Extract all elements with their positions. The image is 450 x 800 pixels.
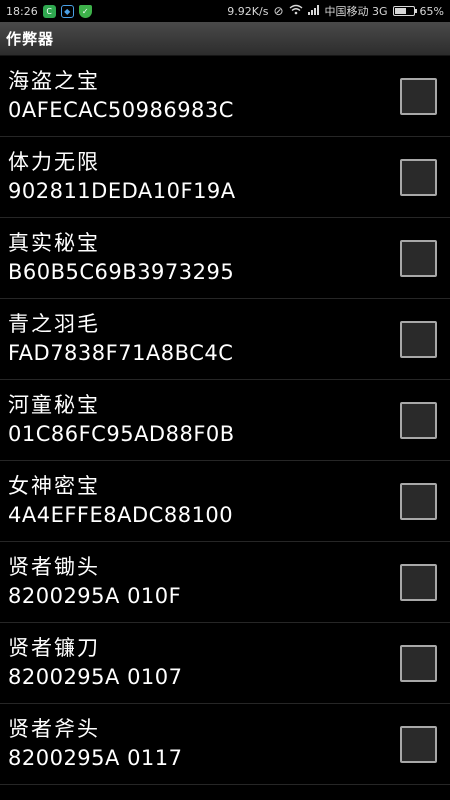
list-item[interactable]: 真实秘宝 B60B5C69B3973295: [0, 218, 450, 299]
cheat-name: 真实秘宝: [8, 231, 100, 255]
cheat-name: 体力无限: [8, 150, 100, 174]
cheat-name: 贤者镰刀: [8, 636, 100, 660]
app-c-icon: C: [42, 4, 56, 18]
wifi-icon: [289, 4, 303, 18]
status-time: 18:26: [6, 4, 38, 18]
list-item[interactable]: 河童秘宝 01C86FC95AD88F0B: [0, 380, 450, 461]
cheat-name: 海盗之宝: [8, 69, 100, 93]
shield-check-icon: ✓: [78, 4, 92, 18]
carrier-label: 中国移动 3G: [324, 5, 388, 18]
list-item[interactable]: 女神密宝 4A4EFFE8ADC88100: [0, 461, 450, 542]
cheat-name: 河童秘宝: [8, 393, 100, 417]
battery-percent: 65%: [419, 4, 444, 18]
cheat-checkbox[interactable]: [400, 645, 437, 682]
list-item[interactable]: 贤者锄头 8200295A 010F: [0, 542, 450, 623]
signal-icon: [307, 4, 320, 18]
battery-icon: [392, 6, 417, 16]
cheat-checkbox[interactable]: [400, 483, 437, 520]
cheat-name: 贤者斧头: [8, 717, 100, 741]
cheat-code: 902811DEDA10F19A: [8, 179, 236, 203]
cheat-code: B60B5C69B3973295: [8, 260, 235, 284]
cheat-name: 贤者锄头: [8, 555, 100, 579]
cheat-code: 0AFECAC50986983C: [8, 98, 234, 122]
cheat-checkbox[interactable]: [400, 78, 437, 115]
cheat-code: 4A4EFFE8ADC88100: [8, 503, 234, 527]
list-item[interactable]: 体力无限 902811DEDA10F19A: [0, 137, 450, 218]
list-item[interactable]: 海盗之宝 0AFECAC50986983C: [0, 56, 450, 137]
list-item[interactable]: 青之羽毛 FAD7838F71A8BC4C: [0, 299, 450, 380]
cheat-name: 女神密宝: [8, 474, 100, 498]
cheat-name: 青之羽毛: [8, 312, 100, 336]
cheat-list: 海盗之宝 0AFECAC50986983C 体力无限 902811DEDA10F19A…: [0, 56, 450, 785]
shield-outline-icon: ◆: [60, 4, 74, 18]
cheat-checkbox[interactable]: [400, 726, 437, 763]
network-speed: 9.92K/s: [227, 4, 269, 18]
status-bar: 18:26 C ◆ ✓ 9.92K/s ⊘ 中国移动 3G 65%: [0, 0, 450, 22]
cheat-code: 01C86FC95AD88F0B: [8, 422, 235, 446]
cheat-checkbox[interactable]: [400, 564, 437, 601]
cheat-code: FAD7838F71A8BC4C: [8, 341, 234, 365]
list-item[interactable]: 贤者镰刀 8200295A 0107: [0, 623, 450, 704]
cheat-checkbox[interactable]: [400, 321, 437, 358]
cheat-code: 8200295A 0107: [8, 665, 183, 689]
cheat-code: 8200295A 0117: [8, 746, 183, 770]
list-item[interactable]: 贤者斧头 8200295A 0117: [0, 704, 450, 785]
app-title: 作弊器: [6, 30, 55, 48]
cheat-checkbox[interactable]: [400, 159, 437, 196]
cheat-code: 8200295A 010F: [8, 584, 182, 608]
app-title-bar: 作弊器: [0, 22, 450, 56]
cheat-checkbox[interactable]: [400, 240, 437, 277]
alarm-off-icon: ⊘: [273, 4, 284, 18]
cheat-checkbox[interactable]: [400, 402, 437, 439]
